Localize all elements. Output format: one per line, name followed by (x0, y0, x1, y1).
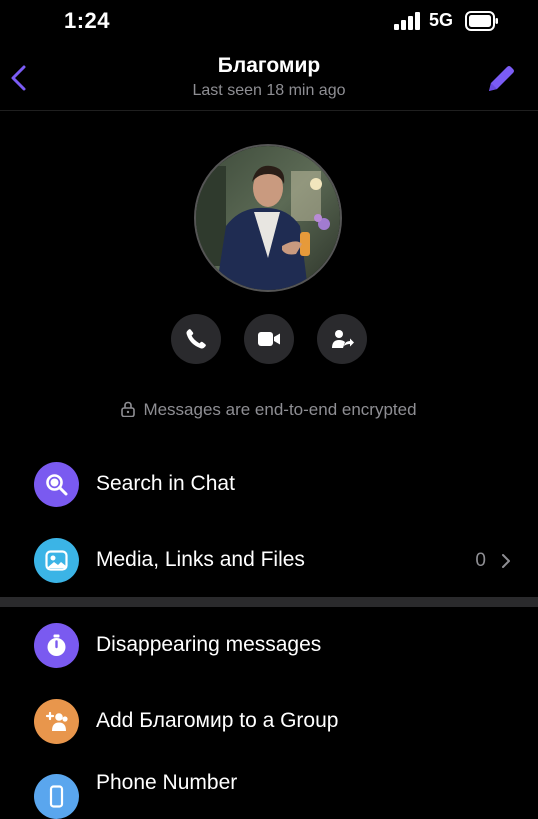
phone-device-icon (49, 785, 64, 808)
last-seen: Last seen 18 min ago (192, 82, 346, 99)
encryption-note: Messages are end-to-end encrypted (0, 400, 538, 420)
status-time: 1:24 (64, 8, 111, 33)
phone-icon (186, 329, 206, 349)
media-links-files-label: Media, Links and Files (96, 548, 305, 571)
contact-actions (0, 314, 538, 364)
network-type: 5G (429, 10, 454, 30)
section-divider (0, 597, 538, 607)
video-camera-icon (258, 332, 280, 346)
chevron-right-icon (502, 554, 510, 568)
contact-name: Благомир (217, 54, 321, 77)
search-in-chat-row[interactable]: Search in Chat (0, 455, 538, 515)
image-icon-badge (34, 538, 79, 583)
phone-device-icon-badge (34, 774, 79, 819)
pencil-icon[interactable] (484, 62, 518, 96)
timer-icon (47, 634, 66, 656)
share-contact-icon (332, 330, 354, 348)
group-add-icon-badge (34, 699, 79, 744)
search-icon (46, 474, 68, 496)
add-to-group-row[interactable]: Add Благомир to a Group (0, 692, 538, 752)
disappearing-messages-label: Disappearing messages (96, 633, 322, 656)
media-links-files-row[interactable]: Media, Links and Files 0 (0, 531, 538, 591)
add-to-group-label: Add Благомир to a Group (96, 709, 339, 732)
image-icon (45, 550, 68, 571)
battery-icon (465, 11, 498, 31)
timer-icon-badge (34, 623, 79, 668)
nav-bar: Благомир Last seen 18 min ago (0, 44, 538, 111)
disappearing-messages-row[interactable]: Disappearing messages (0, 616, 538, 676)
status-bar: 1:24 5G (0, 0, 538, 44)
phone-number-row[interactable]: Phone Number (0, 755, 538, 819)
video-call-button[interactable] (244, 314, 294, 364)
signal-icon (394, 12, 420, 30)
avatar[interactable] (194, 144, 342, 292)
avatar-photo (196, 146, 340, 290)
search-in-chat-label: Search in Chat (96, 472, 235, 495)
phone-number-label: Phone Number (96, 771, 238, 794)
call-button[interactable] (171, 314, 221, 364)
share-contact-button[interactable] (317, 314, 367, 364)
group-add-icon (45, 711, 68, 731)
encryption-text: Messages are end-to-end encrypted (143, 400, 417, 419)
lock-icon (121, 401, 136, 417)
media-count: 0 (475, 550, 486, 571)
search-icon-badge (34, 462, 79, 507)
